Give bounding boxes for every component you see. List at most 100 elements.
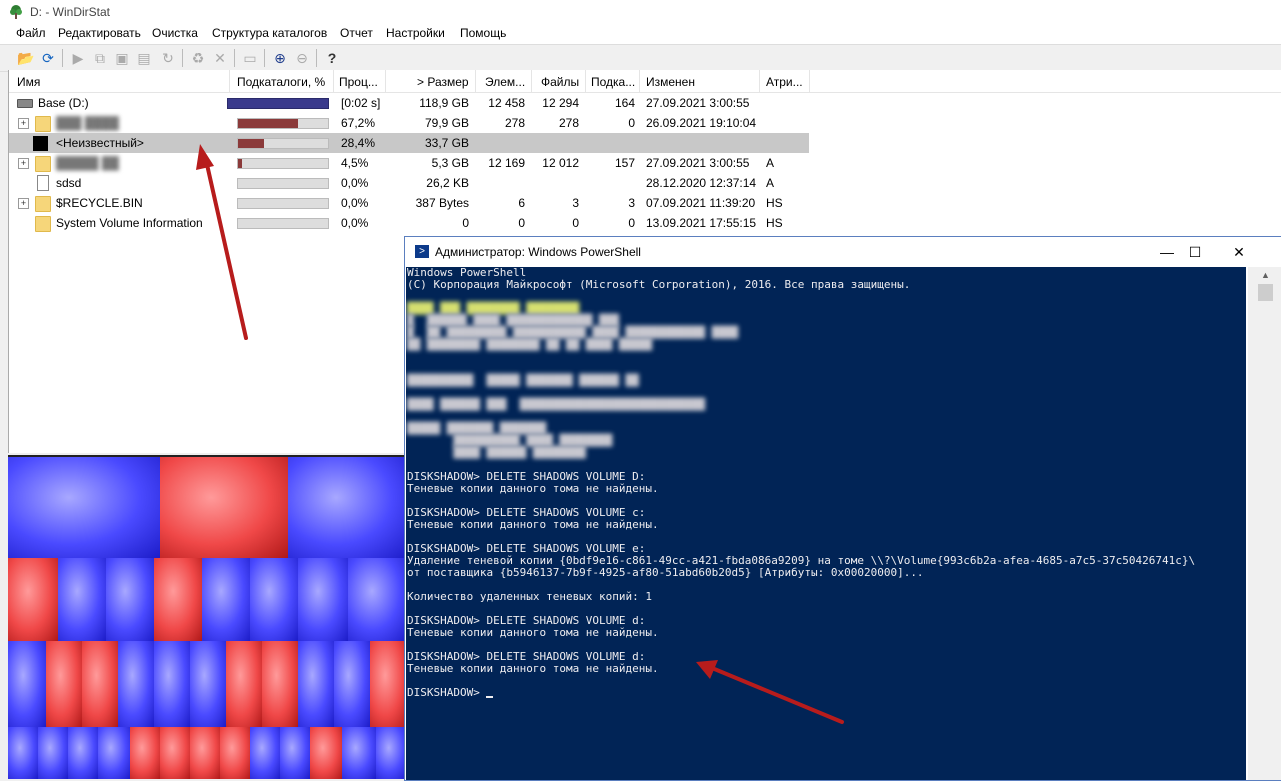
powershell-titlebar[interactable]: > Администратор: Windows PowerShell — ☐ … bbox=[405, 237, 1281, 267]
treemap-tile[interactable] bbox=[98, 727, 130, 779]
scrollbar-thumb[interactable] bbox=[1258, 284, 1273, 301]
treemap-tile[interactable] bbox=[262, 641, 298, 727]
menu-report[interactable]: Отчет bbox=[340, 26, 373, 40]
folder-icon bbox=[35, 116, 51, 132]
zoom-out-icon[interactable]: ⊖ bbox=[292, 48, 312, 68]
console-line: от поставщика {b5946137-7b9f-4925-af80-5… bbox=[407, 566, 924, 579]
row-attributes: A bbox=[766, 156, 775, 170]
row-subdirs: 3 bbox=[628, 196, 635, 210]
treemap-tile[interactable] bbox=[118, 641, 154, 727]
row-name: Base (D:) bbox=[38, 96, 89, 110]
column-divider bbox=[639, 70, 640, 92]
console-scrollbar[interactable]: ▲ bbox=[1248, 267, 1281, 780]
subtree-percent-bar bbox=[237, 178, 329, 189]
expand-icon[interactable]: + bbox=[18, 158, 29, 169]
treemap-tile[interactable] bbox=[8, 457, 160, 558]
col-percent[interactable]: Проц... bbox=[339, 75, 378, 89]
treemap-tile[interactable] bbox=[310, 727, 342, 779]
refresh-icon[interactable]: ⟳ bbox=[38, 48, 58, 68]
menu-help[interactable]: Помощь bbox=[460, 26, 506, 40]
treemap-tile[interactable] bbox=[130, 727, 160, 779]
col-modified[interactable]: Изменен bbox=[646, 75, 695, 89]
explorer-icon[interactable]: ▣ bbox=[112, 48, 132, 68]
table-row[interactable]: + $RECYCLE.BIN 0,0% 387 Bytes 6 3 3 07.0… bbox=[9, 193, 809, 213]
toolbar-separator bbox=[264, 49, 265, 67]
treemap-tile[interactable] bbox=[220, 727, 250, 779]
console-output[interactable]: Windows PowerShell (C) Корпорация Майкро… bbox=[406, 267, 1246, 780]
scrollbar-track[interactable] bbox=[1257, 267, 1274, 780]
treemap-tile[interactable] bbox=[202, 558, 250, 641]
col-size[interactable]: > Размер bbox=[417, 75, 469, 89]
col-attributes[interactable]: Атри... bbox=[766, 75, 803, 89]
col-items[interactable]: Элем... bbox=[485, 75, 525, 89]
row-items: 12 458 bbox=[488, 96, 525, 110]
treemap-tile[interactable] bbox=[250, 727, 280, 779]
treemap-tile[interactable] bbox=[160, 727, 190, 779]
treemap-tile[interactable] bbox=[46, 641, 82, 727]
table-row[interactable]: System Volume Information 0,0% 0 0 0 0 1… bbox=[9, 213, 809, 233]
treemap-tile[interactable] bbox=[370, 641, 408, 727]
table-row-selected[interactable]: <Неизвестный> 28,4% 33,7 GB bbox=[9, 133, 809, 153]
expand-icon[interactable]: + bbox=[18, 118, 29, 129]
treemap-tile[interactable] bbox=[8, 641, 46, 727]
powershell-title: Администратор: Windows PowerShell bbox=[435, 245, 641, 259]
treemap-tile[interactable] bbox=[154, 641, 190, 727]
table-row[interactable]: Base (D:) [0:02 s] 118,9 GB 12 458 12 29… bbox=[9, 93, 809, 113]
col-subtree-percent[interactable]: Подкаталоги, % bbox=[237, 75, 325, 89]
recycle-icon[interactable]: ♻ bbox=[188, 48, 208, 68]
scroll-up-icon[interactable]: ▲ bbox=[1257, 267, 1274, 284]
copy-path-icon[interactable]: ⧉ bbox=[90, 48, 110, 68]
help-icon[interactable]: ? bbox=[322, 48, 342, 68]
refresh-selected-icon[interactable]: ↻ bbox=[158, 48, 178, 68]
treemap-tile[interactable] bbox=[342, 727, 376, 779]
delete-icon[interactable]: ✕ bbox=[210, 48, 230, 68]
col-subdirs[interactable]: Подка... bbox=[591, 75, 635, 89]
menu-edit[interactable]: Редактировать bbox=[58, 26, 141, 40]
treemap[interactable] bbox=[8, 455, 408, 779]
treemap-tile[interactable] bbox=[334, 641, 370, 727]
menu-settings[interactable]: Настройки bbox=[386, 26, 445, 40]
close-button[interactable]: ✕ bbox=[1217, 241, 1261, 263]
treemap-tile[interactable] bbox=[288, 457, 408, 558]
powershell-window[interactable]: > Администратор: Windows PowerShell — ☐ … bbox=[404, 236, 1281, 781]
treemap-tile[interactable] bbox=[8, 558, 58, 641]
col-files[interactable]: Файлы bbox=[541, 75, 579, 89]
treemap-tile[interactable] bbox=[190, 727, 220, 779]
treemap-tile[interactable] bbox=[298, 641, 334, 727]
menu-cleanup[interactable]: Очистка bbox=[152, 26, 198, 40]
expand-icon[interactable]: + bbox=[18, 198, 29, 209]
table-row[interactable]: + ███ ████ 67,2% 79,9 GB 278 278 0 26.09… bbox=[9, 113, 809, 133]
treemap-tile[interactable] bbox=[298, 558, 348, 641]
col-name[interactable]: Имя bbox=[17, 75, 40, 89]
treemap-tile[interactable] bbox=[190, 641, 226, 727]
treemap-tile[interactable] bbox=[226, 641, 262, 727]
treemap-tile[interactable] bbox=[58, 558, 106, 641]
column-divider bbox=[385, 70, 386, 92]
treemap-tile[interactable] bbox=[68, 727, 98, 779]
folder-icon bbox=[35, 216, 51, 232]
treemap-tile[interactable] bbox=[154, 558, 202, 641]
menu-file[interactable]: Файл bbox=[16, 26, 46, 40]
treemap-tile[interactable] bbox=[38, 727, 68, 779]
table-row[interactable]: + █████ ██ 4,5% 5,3 GB 12 169 12 012 157… bbox=[9, 153, 809, 173]
subtree-percent-bar bbox=[237, 118, 329, 129]
zoom-in-icon[interactable]: ⊕ bbox=[270, 48, 290, 68]
treemap-tile[interactable] bbox=[250, 558, 298, 641]
console-prompt[interactable]: DISKSHADOW> bbox=[406, 687, 1246, 699]
treemap-tile[interactable] bbox=[280, 727, 310, 779]
new-folder-icon[interactable]: ▭ bbox=[240, 48, 260, 68]
treemap-tile[interactable] bbox=[160, 457, 288, 558]
treemap-tile[interactable] bbox=[106, 558, 154, 641]
column-divider bbox=[229, 70, 230, 92]
treemap-tile[interactable] bbox=[82, 641, 118, 727]
console-line: Количество удаленных теневых копий: 1 bbox=[407, 590, 653, 603]
treemap-tile[interactable] bbox=[348, 558, 408, 641]
cmd-icon[interactable]: ▤ bbox=[134, 48, 154, 68]
maximize-button[interactable]: ☐ bbox=[1173, 241, 1217, 263]
treemap-tile[interactable] bbox=[8, 727, 38, 779]
table-row[interactable]: sdsd 0,0% 26,2 KB 28.12.2020 12:37:14 A bbox=[9, 173, 809, 193]
open-icon[interactable]: 📂 bbox=[16, 48, 36, 68]
menu-treemap[interactable]: Структура каталогов bbox=[212, 26, 327, 40]
play-icon[interactable]: ▶ bbox=[68, 48, 88, 68]
console-line: Теневые копии данного тома не найдены. bbox=[407, 518, 659, 531]
